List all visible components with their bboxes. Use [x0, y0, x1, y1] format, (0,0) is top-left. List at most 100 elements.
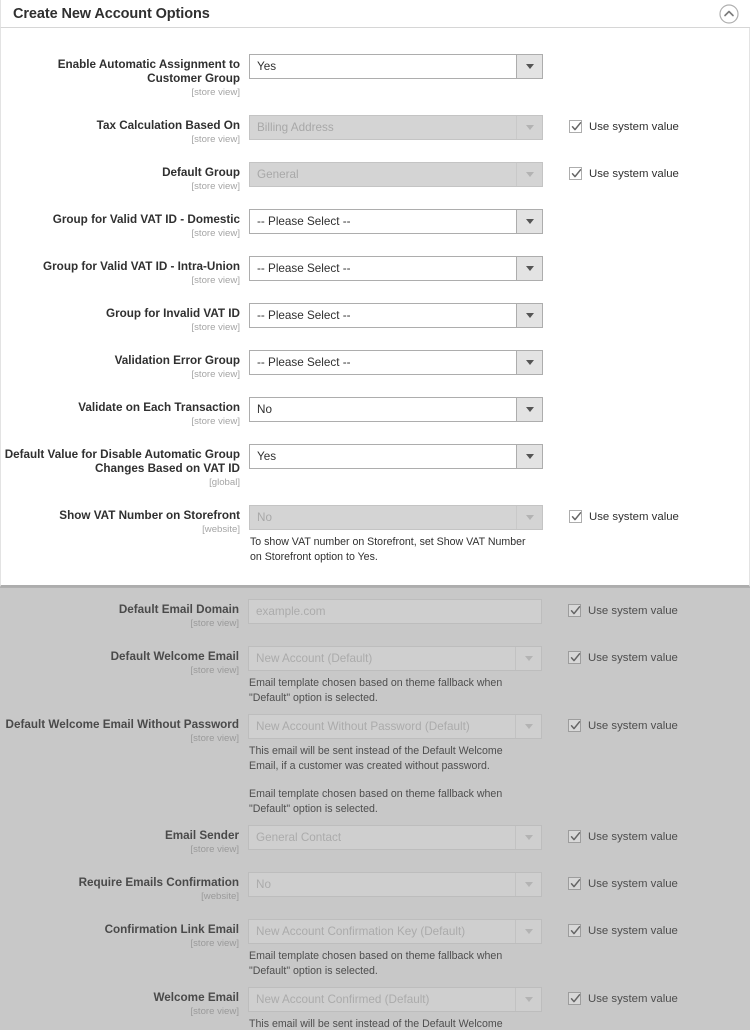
chevron-down-icon[interactable]: [516, 210, 542, 233]
use-system-value-toggle[interactable]: Use system value: [568, 651, 750, 664]
chevron-down-icon: [516, 506, 542, 529]
field-label-default-welcome-email: Default Welcome Email [store view]: [0, 646, 248, 677]
chevron-up-circle-icon[interactable]: [718, 3, 740, 25]
use-system-value-label: Use system value: [588, 924, 678, 937]
chevron-down-icon[interactable]: [516, 304, 542, 327]
scope-text: [store view]: [190, 618, 239, 629]
select-show-vat-number-on-storefront: No: [249, 505, 543, 530]
field-label-require-emails-confirmation: Require Emails Confirmation [website]: [0, 872, 248, 903]
select-tax-calculation-based-on: Billing Address: [249, 115, 543, 140]
field-row-group-for-valid-vat-id-intra-union: Group for Valid VAT ID - Intra-Union [sto…: [1, 256, 749, 287]
system-value-column: Use system value: [547, 825, 750, 843]
field-column: No To show VAT number on Storefront, set …: [249, 505, 548, 565]
label-text: Group for Valid VAT ID - Intra-Union: [43, 260, 240, 273]
field-row-welcome-email: Welcome Email [store view] New Account Con…: [0, 987, 750, 1030]
scope-text: [store view]: [191, 275, 240, 286]
scope-text: [store view]: [191, 181, 240, 192]
system-value-column: [548, 256, 749, 261]
section-header[interactable]: Create New Account Options: [0, 0, 750, 28]
use-system-value-toggle[interactable]: Use system value: [568, 830, 750, 843]
use-system-value-toggle[interactable]: Use system value: [568, 604, 750, 617]
use-system-value-label: Use system value: [588, 651, 678, 664]
select-enable-automatic-assignment-to-customer-group[interactable]: Yes: [249, 54, 543, 79]
field-row-default-welcome-email-without-password: Default Welcome Email Without Password [s…: [0, 714, 750, 817]
use-system-value-checkbox[interactable]: [568, 719, 581, 732]
select-default-welcome-email: New Account (Default): [248, 646, 542, 671]
select-default-welcome-email-without-password: New Account Without Password (Default): [248, 714, 542, 739]
use-system-value-toggle[interactable]: Use system value: [568, 877, 750, 890]
select-value: General: [257, 168, 299, 181]
use-system-value-checkbox[interactable]: [569, 510, 582, 523]
select-default-value-for-disable-automatic-group-changes-based-on-vat-id[interactable]: Yes: [249, 444, 543, 469]
label-text: Group for Invalid VAT ID: [106, 307, 240, 320]
use-system-value-checkbox[interactable]: [568, 877, 581, 890]
scope-text: [store view]: [191, 134, 240, 145]
chevron-down-icon[interactable]: [516, 398, 542, 421]
select-validation-error-group[interactable]: -- Please Select --: [249, 350, 543, 375]
scope-text: [store view]: [190, 1006, 239, 1017]
select-value: No: [257, 511, 272, 524]
select-value: No: [257, 403, 272, 416]
use-system-value-checkbox[interactable]: [569, 167, 582, 180]
field-row-tax-calculation-based-on: Tax Calculation Based On [store view] Bill…: [1, 115, 749, 146]
field-label-show-vat-number-on-storefront: Show VAT Number on Storefront [website]: [1, 505, 249, 536]
chevron-down-icon[interactable]: [516, 257, 542, 280]
select-value: -- Please Select --: [257, 262, 351, 275]
use-system-value-label: Use system value: [589, 167, 679, 180]
use-system-value-toggle[interactable]: Use system value: [569, 167, 749, 180]
use-system-value-checkbox[interactable]: [568, 604, 581, 617]
scope-text: [store view]: [191, 87, 240, 98]
use-system-value-checkbox[interactable]: [568, 651, 581, 664]
system-value-column: Use system value: [548, 505, 749, 523]
scope-text: [store view]: [190, 733, 239, 744]
label-text: Welcome Email: [153, 991, 239, 1004]
section-top: Enable Automatic Assignment to Customer …: [0, 28, 750, 587]
label-text: Tax Calculation Based On: [96, 119, 240, 132]
system-value-column: Use system value: [548, 162, 749, 180]
select-value: No: [256, 878, 271, 891]
label-text: Default Welcome Email Without Password: [5, 718, 239, 731]
select-value: New Account Confirmation Key (Default): [256, 925, 466, 938]
chevron-down-icon[interactable]: [516, 351, 542, 374]
sections-container: Enable Automatic Assignment to Customer …: [0, 28, 750, 1030]
use-system-value-checkbox[interactable]: [568, 924, 581, 937]
use-system-value-checkbox[interactable]: [568, 992, 581, 1005]
select-group-for-invalid-vat-id[interactable]: -- Please Select --: [249, 303, 543, 328]
use-system-value-toggle[interactable]: Use system value: [568, 924, 750, 937]
field-row-enable-automatic-assignment-to-customer-group: Enable Automatic Assignment to Customer …: [1, 54, 749, 99]
field-label-enable-automatic-assignment-to-customer-group: Enable Automatic Assignment to Customer …: [1, 54, 249, 99]
field-column: New Account (Default) Email template chos…: [248, 646, 547, 706]
scope-text: [store view]: [190, 844, 239, 855]
select-value: -- Please Select --: [257, 356, 351, 369]
page-title: Create New Account Options: [13, 5, 210, 22]
field-column: New Account Without Password (Default) Th…: [248, 714, 547, 817]
field-label-confirmation-link-email: Confirmation Link Email [store view]: [0, 919, 248, 950]
chevron-down-icon[interactable]: [516, 445, 542, 468]
select-validate-on-each-transaction[interactable]: No: [249, 397, 543, 422]
system-value-column: Use system value: [547, 599, 750, 617]
field-label-default-group: Default Group [store view]: [1, 162, 249, 193]
select-group-for-valid-vat-id-domestic[interactable]: -- Please Select --: [249, 209, 543, 234]
field-column: No: [248, 872, 547, 897]
label-text: Default Group: [162, 166, 240, 179]
select-email-sender: General Contact: [248, 825, 542, 850]
field-column: Billing Address: [249, 115, 548, 140]
use-system-value-toggle[interactable]: Use system value: [569, 120, 749, 133]
select-group-for-valid-vat-id-intra-union[interactable]: -- Please Select --: [249, 256, 543, 281]
use-system-value-checkbox[interactable]: [569, 120, 582, 133]
use-system-value-toggle[interactable]: Use system value: [568, 992, 750, 1005]
field-column: General: [249, 162, 548, 187]
chevron-down-icon: [515, 988, 541, 1011]
field-label-group-for-invalid-vat-id: Group for Invalid VAT ID [store view]: [1, 303, 249, 334]
select-require-emails-confirmation: No: [248, 872, 542, 897]
field-label-group-for-valid-vat-id-intra-union: Group for Valid VAT ID - Intra-Union [sto…: [1, 256, 249, 287]
chevron-down-icon[interactable]: [516, 55, 542, 78]
field-row-group-for-valid-vat-id-domestic: Group for Valid VAT ID - Domestic [store …: [1, 209, 749, 240]
field-row-default-group: Default Group [store view] General Use syst…: [1, 162, 749, 193]
chevron-down-icon: [515, 873, 541, 896]
use-system-value-checkbox[interactable]: [568, 830, 581, 843]
use-system-value-toggle[interactable]: Use system value: [569, 510, 749, 523]
use-system-value-toggle[interactable]: Use system value: [568, 719, 750, 732]
field-label-validation-error-group: Validation Error Group [store view]: [1, 350, 249, 381]
label-text: Validation Error Group: [114, 354, 240, 367]
